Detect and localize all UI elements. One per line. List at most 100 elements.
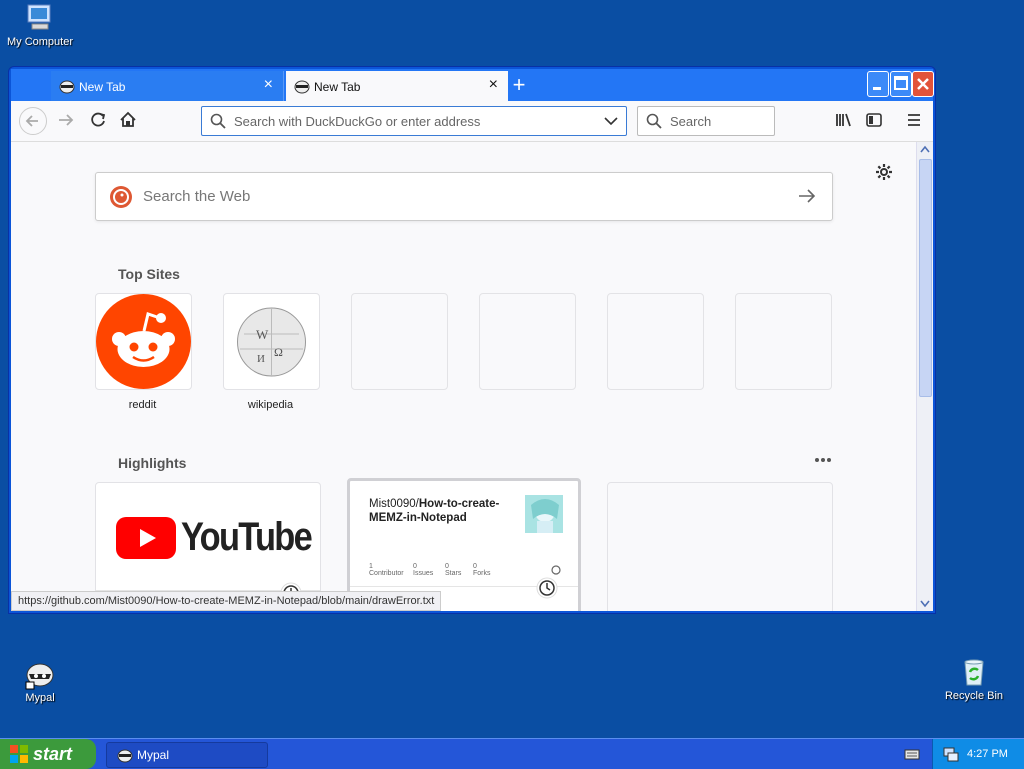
youtube-play-icon [116,517,176,559]
wikipedia-icon: WΩИ [237,307,306,377]
search-bar[interactable]: Search [637,106,775,136]
stat-value: 1 [369,563,373,570]
status-bar-url: https://github.com/Mist0090/How-to-creat… [11,591,442,611]
desktop-icon-label: Recycle Bin [944,690,1004,702]
repo-avatar-image [525,495,563,533]
stat-label: Forks [473,570,491,577]
my-computer-icon [24,2,56,34]
top-site-empty[interactable] [607,293,704,390]
stat-value: 0 [473,563,477,570]
desktop-icon-recycle-bin[interactable]: Recycle Bin [934,656,1014,702]
github-stat-stars: 0 Stars [445,563,461,577]
top-sites-heading: Top Sites [118,266,180,282]
web-search-box[interactable]: Search the Web [95,172,833,221]
arrow-right-icon[interactable] [798,188,816,204]
minimize-button[interactable] [867,71,889,97]
clock-icon [536,577,558,599]
search-icon [646,113,662,129]
hamburger-menu-icon [908,114,920,126]
system-tray: 4:27 PM [932,739,1024,769]
svg-text:W: W [256,327,269,342]
keyboard-icon[interactable] [904,747,920,761]
search-icon [210,113,226,129]
start-label: start [33,744,73,764]
clock[interactable]: 4:27 PM [967,748,1008,760]
top-site-empty[interactable] [351,293,448,390]
mypal-icon [24,658,56,690]
taskbar-item-label: Mypal [137,748,170,762]
highlight-card-empty[interactable] [607,482,833,611]
svg-text:Ω: Ω [274,345,283,359]
gear-icon[interactable] [875,163,893,181]
reddit-icon [96,294,191,389]
more-options-icon[interactable] [813,455,833,465]
github-icon [551,565,561,575]
sidebar-button[interactable] [861,107,887,133]
duckduckgo-icon [110,186,132,208]
stat-label: Contributor [369,570,404,577]
home-icon [120,111,136,127]
youtube-logo-text: YouTube [181,515,313,559]
tab-label: New Tab [314,80,361,94]
menu-button[interactable] [901,107,927,133]
home-button[interactable] [115,107,141,133]
github-stat-contributor: 1 Contributor [369,563,404,577]
browser-window: New Tab × New Tab × + Search with DuckDu… [8,66,936,614]
forward-arrow-icon [59,114,74,126]
windows-logo-icon [10,745,28,763]
desktop-icon-mypal[interactable]: Mypal [0,658,80,704]
desktop-icon-label: Mypal [25,692,55,704]
top-site-empty[interactable] [479,293,576,390]
address-bar[interactable]: Search with DuckDuckGo or enter address [201,106,627,136]
forward-button[interactable] [53,107,79,133]
back-arrow-icon [25,115,38,127]
desktop-icon-my-computer[interactable]: My Computer [0,2,80,48]
tab-new-tab-1[interactable]: New Tab × [51,71,284,101]
tab-label: New Tab [79,80,126,94]
address-placeholder: Search with DuckDuckGo or enter address [234,114,481,129]
sidebar-icon [866,113,882,127]
scroll-up-icon[interactable] [920,145,930,153]
maximize-button[interactable] [890,71,912,97]
top-site-wikipedia[interactable]: WΩИ [223,293,320,390]
close-tab-icon[interactable]: × [489,77,498,93]
web-search-placeholder: Search the Web [143,188,251,205]
taskbar-item-mypal[interactable]: Mypal [106,742,268,768]
close-tab-icon[interactable]: × [264,77,273,93]
github-stat-forks: 0 Forks [473,563,491,577]
new-tab-button[interactable]: + [508,73,530,97]
start-button[interactable]: start [0,739,96,769]
top-site-empty[interactable] [735,293,832,390]
mypal-icon [59,78,75,94]
chevron-down-icon[interactable] [604,115,618,127]
github-stat-issues: 0 Issues [413,563,433,577]
library-button[interactable] [831,107,857,133]
taskbar: start Mypal 4:27 PM [0,738,1024,769]
close-window-button[interactable] [912,71,934,97]
scroll-down-icon[interactable] [920,600,930,608]
reload-button[interactable] [85,107,111,133]
tab-new-tab-2[interactable]: New Tab × [286,71,508,101]
svg-text:И: И [257,353,265,365]
new-tab-page: Search the Web Top Sites reddit WΩИ wiki… [11,142,933,611]
highlights-heading: Highlights [118,455,187,471]
top-site-reddit[interactable] [95,293,192,390]
desktop-icon-label: My Computer [6,36,74,48]
tab-strip: New Tab × New Tab × + [11,69,934,101]
vertical-scrollbar[interactable] [916,142,933,611]
scrollbar-thumb[interactable] [919,159,932,397]
mypal-icon [294,78,310,94]
back-button[interactable] [19,107,47,135]
top-site-label: wikipedia [247,399,294,411]
stat-value: 0 [413,563,417,570]
navigation-toolbar: Search with DuckDuckGo or enter address … [11,101,933,142]
network-icon[interactable] [943,746,959,762]
stat-label: Stars [445,570,462,577]
search-placeholder: Search [670,114,712,129]
reload-icon [91,112,106,127]
top-site-label: reddit [128,399,157,411]
stat-value: 0 [445,563,449,570]
stat-label: Issues [413,570,434,577]
github-repo-owner: Mist0090/ [369,498,419,510]
recycle-bin-icon [958,656,990,688]
